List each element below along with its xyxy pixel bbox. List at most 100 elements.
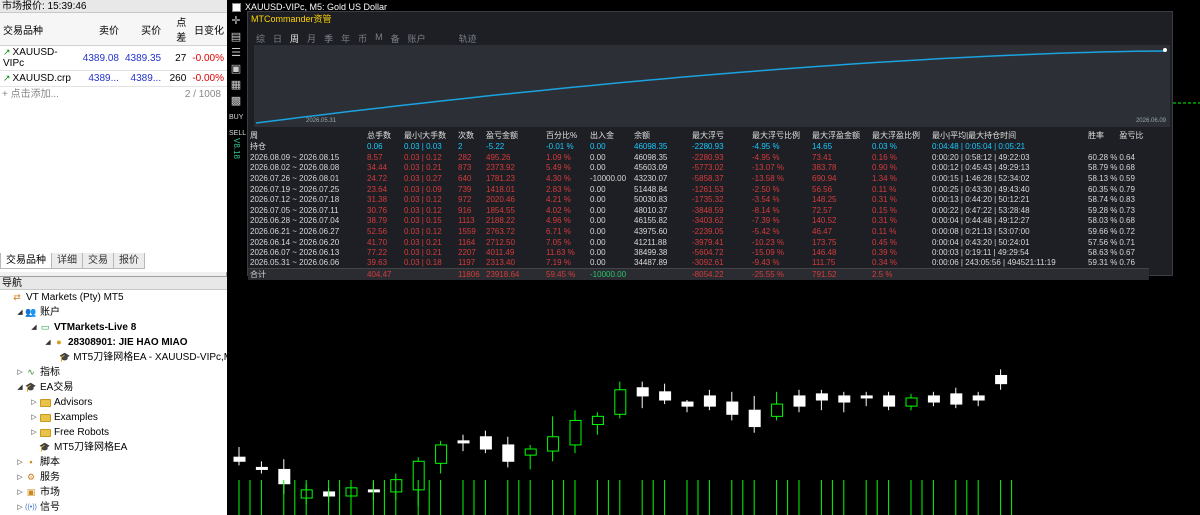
column-header-bid[interactable]: 卖价 — [79, 13, 122, 46]
stats-cell: 56.56 — [812, 184, 833, 194]
stats-cell: 7.05 % — [546, 237, 571, 247]
tab-symbols[interactable]: 交易品种 — [0, 253, 52, 269]
collapse-icon[interactable]: ◢ — [44, 335, 52, 350]
stats-cell: 2026.06.21 ~ 2026.06.27 — [250, 226, 340, 236]
column-header-symbol[interactable]: 交易品种 — [0, 13, 80, 46]
tab-week[interactable]: 周 — [290, 32, 299, 45]
expand-icon[interactable]: ▷ — [30, 410, 38, 425]
navigator-item[interactable]: ◢ 👥 账户 — [0, 305, 227, 320]
column-header-spread[interactable]: 点差 — [164, 13, 190, 46]
symbol-row[interactable]: ↗ XAUUSD.crp 4389... 4389... 260 -0.00% — [0, 70, 227, 87]
tab-trading[interactable]: 交易 — [82, 253, 114, 269]
list-icon[interactable]: ☰ — [229, 46, 243, 61]
market-watch-panel: 市场报价: 15:39:46 交易品种 卖价 买价 点差 日变化 ↗ XAUUSD… — [0, 0, 227, 272]
stats-cell: 24.72 — [367, 173, 388, 183]
stats-cell: -2280.93 — [692, 142, 724, 151]
tab-account[interactable]: 账户 — [408, 32, 426, 45]
expand-icon[interactable]: ▣ — [229, 62, 243, 77]
expand-icon[interactable]: ▷ — [30, 395, 38, 410]
stats-cell: -10.23 % — [752, 237, 785, 247]
navigator-item[interactable]: ▷ ▣ 市场 — [0, 485, 227, 500]
stats-column-header: 百分比% — [546, 131, 578, 140]
stats-cell: 2763.72 — [486, 226, 515, 236]
symbol-row[interactable]: ↗ XAUUSD-VIPc 4389.08 4389.35 27 -0.00% — [0, 45, 227, 71]
navigator-item[interactable]: ◢ ● 28308901: JIE HAO MIAO — [0, 335, 227, 350]
navigator-item[interactable]: ▷ ▪ 脚本 — [0, 455, 227, 470]
version-label: V8.18 — [232, 138, 241, 159]
expand-icon[interactable]: ▷ — [16, 365, 24, 380]
navigator-item-label: VT Markets (Pty) MT5 — [26, 292, 124, 303]
chart-icon[interactable]: ▤ — [229, 30, 243, 45]
tab-quarter[interactable]: 季 — [324, 32, 333, 45]
expand-icon[interactable]: ▷ — [16, 485, 24, 500]
stats-cell: -15.09 % — [752, 248, 785, 258]
collapse-icon[interactable]: ◢ — [16, 380, 24, 395]
buy-button[interactable]: BUY — [229, 110, 243, 125]
navigator-item[interactable]: ▷ Examples — [0, 410, 227, 425]
week-row: 2026.06.14 ~ 2026.06.20 41.70 0.03 | 0.21 1… — [248, 237, 1149, 248]
stats-cell: 60.35 % — [1088, 184, 1118, 194]
folder-icon — [39, 412, 51, 423]
navigator-item[interactable]: ▷ Free Robots — [0, 425, 227, 440]
stats-cell: -3403.62 — [692, 216, 724, 226]
navigator-item[interactable]: ⇄ VT Markets (Pty) MT5 — [0, 290, 227, 305]
navigator-item[interactable]: ◢ ▭ VTMarkets-Live 8 — [0, 320, 227, 335]
mtcommander-title: MTCommander资管 — [248, 12, 1172, 26]
navigator-item[interactable]: ▷ ((•)) 信号 — [0, 500, 227, 515]
equity-end-date: 2026.06.09 — [1135, 118, 1166, 124]
stats-cell: -5604.72 — [692, 248, 724, 258]
tab-backup[interactable]: 备 — [391, 32, 400, 45]
navigator-item[interactable]: ▷ ⚙ 服务 — [0, 470, 227, 485]
stats-cell: 0:04:48 | 0:05:04 | 0:05:21 — [932, 142, 1026, 151]
navigator-item-label: MT5刀锋网格EA - XAUUSD-VIPc,M — [73, 352, 233, 363]
stats-cell: 34487.89 — [634, 258, 668, 268]
tab-year[interactable]: 年 — [341, 32, 350, 45]
stats-cell: 0.03 | 0.27 — [404, 173, 442, 183]
candle — [681, 400, 694, 413]
candle — [614, 381, 627, 419]
expand-icon[interactable]: ▷ — [16, 455, 24, 470]
server-icon: ▭ — [40, 322, 50, 332]
stats-column-header: 周 — [250, 131, 258, 140]
tab-day[interactable]: 日 — [273, 32, 282, 45]
navigator-item[interactable]: 🎓 MT5刀锋网格EA — [0, 440, 227, 455]
navigator-item[interactable]: 🎓 MT5刀锋网格EA - XAUUSD-VIPc,M — [0, 350, 232, 365]
add-symbol-row[interactable]: + 点击添加... 2 / 1008 — [0, 87, 227, 103]
collapse-icon[interactable]: ◢ — [16, 305, 24, 320]
chart-area[interactable]: XAUUSD-VIPc, M5: Gold US Dollar ✛ ▤ ☰ ▣ … — [228, 0, 1200, 515]
grid-icon[interactable]: ▩ — [229, 94, 243, 109]
stats-cell: 46155.82 — [634, 216, 668, 226]
expand-icon[interactable]: ▷ — [16, 470, 24, 485]
navigator-panel: 导航 ⇄ VT Markets (Pty) MT5 ◢ 👥 账户 ◢ ▭ VTMarkets-… — [0, 276, 232, 515]
navigator-item[interactable]: ▷ Advisors — [0, 395, 227, 410]
navigator-item-label: 服务 — [40, 472, 60, 483]
stats-cell: -3092.61 — [692, 258, 724, 268]
column-header-change[interactable]: 日变化 — [189, 13, 227, 46]
expand-icon[interactable]: ▷ — [30, 425, 38, 440]
stats-cell: 0.03 | 0.21 — [404, 163, 442, 173]
calendar-icon[interactable]: ▦ — [229, 78, 243, 93]
tab-details[interactable]: 详细 — [51, 253, 83, 269]
candle — [479, 430, 492, 454]
candle — [995, 369, 1008, 390]
stats-cell: 2 — [458, 142, 463, 151]
tab-track[interactable]: 轨迹 — [459, 32, 477, 45]
navigator-item[interactable]: ◢ 🎓 EA交易 — [0, 380, 227, 395]
stats-cell: -5.22 — [486, 142, 505, 151]
total-row: 合计 404.47 11806 23918.64 59.45 % -10000.00 -80… — [248, 268, 1150, 281]
tab-month[interactable]: 月 — [307, 32, 316, 45]
crosshair-icon[interactable]: ✛ — [229, 14, 243, 29]
tab-ticks[interactable]: 报价 — [113, 253, 145, 269]
stats-cell: 690.94 — [812, 173, 837, 183]
tab-currency[interactable]: 币 — [358, 32, 367, 45]
stats-cell: 41.70 — [367, 237, 388, 247]
stats-cell: 0.79 — [1119, 184, 1135, 194]
column-header-ask[interactable]: 买价 — [121, 13, 165, 46]
tab-m[interactable]: M — [375, 32, 383, 45]
stats-cell: 0.00 — [590, 205, 606, 215]
expand-icon[interactable]: ▷ — [16, 500, 24, 515]
collapse-icon[interactable]: ◢ — [30, 320, 38, 335]
stats-cell: 0:00:15 | 1:46:28 | 52:34:02 — [932, 173, 1030, 183]
navigator-item[interactable]: ▷ ∿ 指标 — [0, 365, 227, 380]
tab-summary[interactable]: 综 — [256, 32, 265, 45]
